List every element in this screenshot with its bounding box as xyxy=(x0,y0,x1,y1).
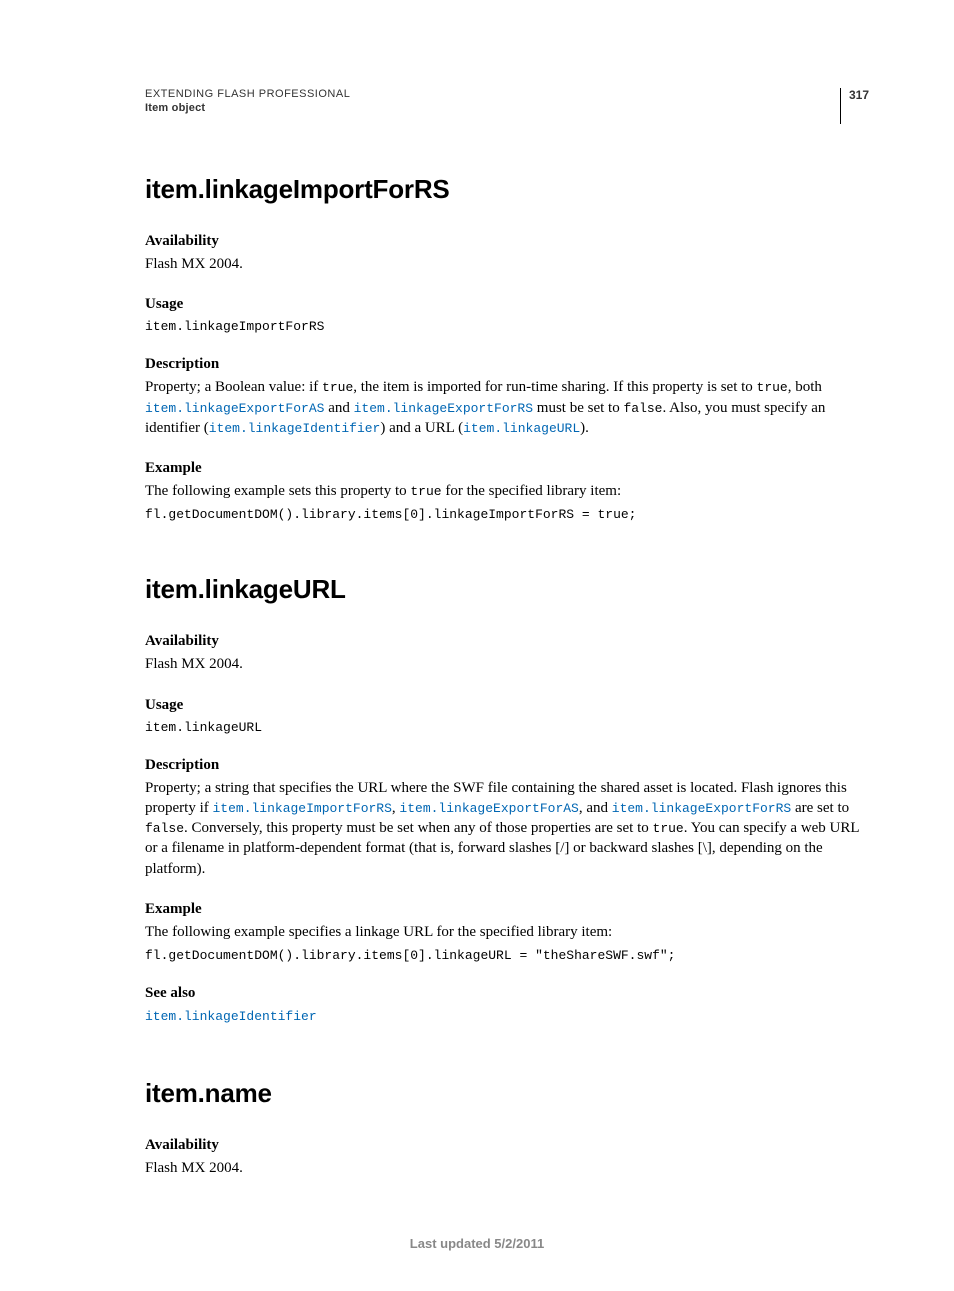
example-code: fl.getDocumentDOM().library.items[0].lin… xyxy=(145,507,869,522)
section-linkageImportForRS: item.linkageImportForRS Availability Fla… xyxy=(145,174,869,522)
availability-text: Flash MX 2004. xyxy=(145,654,869,674)
desc-text: and xyxy=(324,400,353,416)
usage-label: Usage xyxy=(145,697,869,714)
example-block: Example The following example sets this … xyxy=(145,460,869,522)
link-linkageExportForRS[interactable]: item.linkageExportForRS xyxy=(354,401,533,416)
seealso-block: See also item.linkageIdentifier xyxy=(145,985,869,1026)
section-title: item.linkageImportForRS xyxy=(145,174,869,205)
availability-block: Availability Flash MX 2004. xyxy=(145,233,869,274)
availability-label: Availability xyxy=(145,1137,869,1154)
description-text: Property; a Boolean value: if true, the … xyxy=(145,377,869,438)
desc-text: Property; a Boolean value: if xyxy=(145,379,322,395)
usage-block: Usage item.linkageImportForRS xyxy=(145,296,869,334)
example-text: The following example sets this property… xyxy=(145,483,410,499)
availability-block: Availability Flash MX 2004. xyxy=(145,633,869,674)
desc-text: ). xyxy=(580,420,589,436)
description-block: Description Property; a Boolean value: i… xyxy=(145,356,869,438)
link-linkageExportForAS[interactable]: item.linkageExportForAS xyxy=(399,801,578,816)
example-intro: The following example specifies a linkag… xyxy=(145,922,869,942)
availability-text: Flash MX 2004. xyxy=(145,254,869,274)
desc-text: must be set to xyxy=(533,400,623,416)
example-label: Example xyxy=(145,460,869,477)
seealso-links: item.linkageIdentifier xyxy=(145,1006,869,1026)
inline-code: false xyxy=(145,821,184,836)
example-code: fl.getDocumentDOM().library.items[0].lin… xyxy=(145,948,869,963)
inline-code: true xyxy=(757,380,788,395)
section-title: item.linkageURL xyxy=(145,574,869,605)
page-container: EXTENDING FLASH PROFESSIONAL Item object… xyxy=(0,0,954,1291)
usage-label: Usage xyxy=(145,296,869,313)
example-block: Example The following example specifies … xyxy=(145,901,869,963)
inline-code: true xyxy=(410,484,441,499)
availability-label: Availability xyxy=(145,233,869,250)
link-linkageExportForRS[interactable]: item.linkageExportForRS xyxy=(612,801,791,816)
usage-code: item.linkageImportForRS xyxy=(145,319,869,334)
desc-text: , the item is imported for run-time shar… xyxy=(353,379,756,395)
link-linkageURL[interactable]: item.linkageURL xyxy=(463,421,580,436)
link-linkageImportForRS[interactable]: item.linkageImportForRS xyxy=(212,801,391,816)
example-intro: The following example sets this property… xyxy=(145,481,869,501)
availability-label: Availability xyxy=(145,633,869,650)
footer-updated: Last updated 5/2/2011 xyxy=(0,1236,954,1251)
example-label: Example xyxy=(145,901,869,918)
inline-code: true xyxy=(322,380,353,395)
link-linkageExportForAS[interactable]: item.linkageExportForAS xyxy=(145,401,324,416)
page-number: 317 xyxy=(849,88,869,102)
example-text: for the specified library item: xyxy=(442,483,622,499)
usage-block: Usage item.linkageURL xyxy=(145,697,869,735)
desc-text: , both xyxy=(788,379,822,395)
desc-text: ) and a URL ( xyxy=(380,420,463,436)
link-linkageIdentifier[interactable]: item.linkageIdentifier xyxy=(145,1009,317,1024)
running-header: EXTENDING FLASH PROFESSIONAL Item object… xyxy=(145,88,869,124)
description-label: Description xyxy=(145,356,869,373)
link-linkageIdentifier[interactable]: item.linkageIdentifier xyxy=(209,421,381,436)
section-label: Item object xyxy=(145,102,840,114)
section-name: item.name Availability Flash MX 2004. xyxy=(145,1078,869,1178)
header-left: EXTENDING FLASH PROFESSIONAL Item object xyxy=(145,88,840,114)
availability-block: Availability Flash MX 2004. xyxy=(145,1137,869,1178)
desc-text: , and xyxy=(579,800,612,816)
description-label: Description xyxy=(145,757,869,774)
description-text: Property; a string that specifies the UR… xyxy=(145,778,869,879)
desc-text: are set to xyxy=(791,800,849,816)
running-title: EXTENDING FLASH PROFESSIONAL xyxy=(145,88,840,100)
inline-code: false xyxy=(623,401,662,416)
section-title: item.name xyxy=(145,1078,869,1109)
usage-code: item.linkageURL xyxy=(145,720,869,735)
availability-text: Flash MX 2004. xyxy=(145,1158,869,1178)
page-number-wrap: 317 xyxy=(840,88,869,124)
desc-text: . Conversely, this property must be set … xyxy=(184,820,653,836)
section-linkageURL: item.linkageURL Availability Flash MX 20… xyxy=(145,574,869,1026)
inline-code: true xyxy=(653,821,684,836)
seealso-label: See also xyxy=(145,985,869,1002)
description-block: Description Property; a string that spec… xyxy=(145,757,869,879)
